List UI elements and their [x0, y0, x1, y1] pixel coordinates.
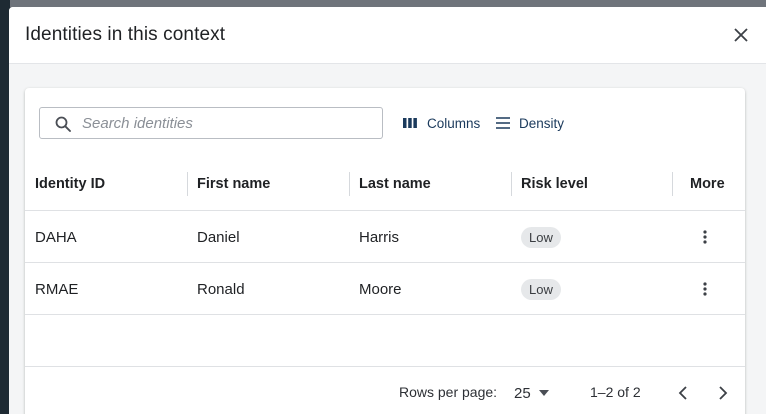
close-icon	[734, 28, 748, 42]
columns-button[interactable]: Columns	[403, 112, 480, 134]
rows-per-page-label: Rows per page:	[399, 384, 498, 400]
dialog-header: Identities in this context	[9, 7, 766, 64]
search-box[interactable]	[39, 107, 383, 139]
columns-label: Columns	[427, 115, 481, 131]
column-header-risk-level[interactable]: Risk level	[521, 158, 588, 210]
more-vertical-icon	[703, 282, 707, 296]
cell-identity-id: DAHA	[35, 228, 77, 246]
chevron-left-icon	[678, 386, 687, 400]
column-header-more: More	[690, 176, 725, 192]
column-header-identity-id[interactable]: Identity ID	[35, 158, 105, 210]
table-pagination: Rows per page: 25 1–2 of 2	[25, 366, 745, 414]
more-vertical-icon	[703, 230, 707, 244]
column-separator[interactable]	[672, 172, 673, 196]
pagination-range: 1–2 of 2	[590, 384, 641, 400]
rows-per-page-select[interactable]: 25	[514, 381, 549, 405]
row-more-button[interactable]	[693, 225, 717, 249]
table-header: Identity ID First name Last name Risk le…	[25, 158, 745, 211]
column-header-first-name[interactable]: First name	[197, 158, 270, 210]
identities-dialog: Identities in this context Search identi…	[9, 7, 766, 414]
rows-per-page-value: 25	[514, 384, 531, 402]
cell-last-name: Moore	[359, 280, 402, 298]
column-separator[interactable]	[511, 172, 512, 196]
backdrop-topbar	[0, 0, 766, 7]
table-toolbar: Columns Density	[25, 88, 745, 158]
previous-page-button[interactable]	[671, 381, 695, 405]
column-separator[interactable]	[187, 172, 188, 196]
search-input[interactable]	[82, 112, 372, 134]
table-row[interactable]: DAHA Daniel Harris Low	[25, 211, 745, 263]
cell-last-name: Harris	[359, 228, 399, 246]
close-button[interactable]	[729, 23, 753, 47]
chevron-right-icon	[719, 386, 728, 400]
cell-first-name: Daniel	[197, 228, 240, 246]
identities-table-card: Columns Density Identity ID First name L…	[25, 88, 745, 414]
density-icon	[495, 115, 511, 131]
cell-first-name: Ronald	[197, 280, 245, 298]
chevron-down-icon	[538, 390, 549, 396]
cell-identity-id: RMAE	[35, 280, 79, 298]
columns-icon	[403, 115, 419, 131]
table-row[interactable]: RMAE Ronald Moore Low	[25, 263, 745, 315]
density-button[interactable]: Density	[495, 112, 564, 134]
density-label: Density	[519, 115, 565, 131]
column-separator[interactable]	[349, 172, 350, 196]
search-icon	[55, 116, 71, 132]
cell-risk-level: Low	[521, 263, 561, 315]
cell-risk-level: Low	[521, 211, 561, 263]
column-header-last-name[interactable]: Last name	[359, 158, 431, 210]
risk-level-badge: Low	[521, 278, 561, 300]
dialog-title: Identities in this context	[25, 24, 226, 45]
risk-level-badge: Low	[521, 226, 561, 248]
row-more-button[interactable]	[693, 277, 717, 301]
next-page-button[interactable]	[711, 381, 735, 405]
